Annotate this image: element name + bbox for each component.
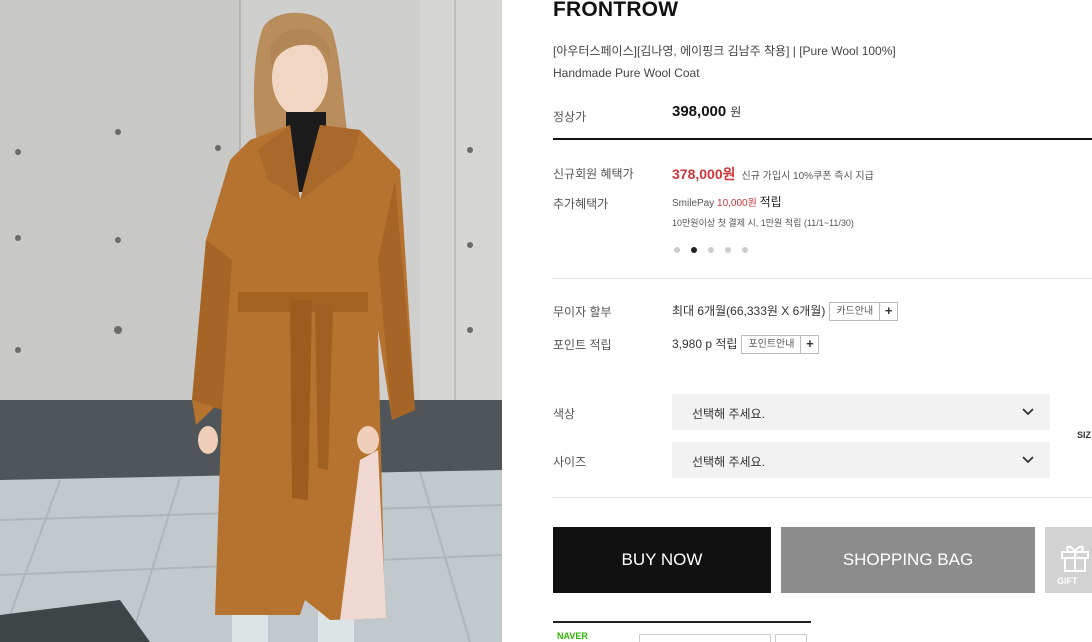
- gift-icon: [1061, 545, 1089, 572]
- member-price-note: 신규 가입시 10%쿠폰 즉시 지급: [741, 171, 874, 182]
- naver-pay-logo: NAVER: [557, 631, 588, 641]
- member-price: 378,000원: [672, 166, 736, 182]
- size-select-value: 선택해 주세요.: [692, 455, 765, 469]
- color-select[interactable]: 선택해 주세요.: [672, 394, 1050, 430]
- color-select-value: 선택해 주세요.: [692, 407, 765, 421]
- points-info-button[interactable]: 포인트안내: [741, 335, 802, 355]
- points-value: 3,980 p 적립: [672, 337, 738, 351]
- product-info-panel: FRONTROW [아우터스페이스][김나영, 에이핑크 김남주 착용] | […: [553, 0, 1092, 642]
- installment-row: 최대 6개월(66,333원 X 6개월) 카드안내 +: [672, 302, 899, 322]
- size-select[interactable]: 선택해 주세요.: [672, 442, 1050, 478]
- product-subtitle: Handmade Pure Wool Coat: [553, 66, 700, 80]
- divider: [553, 138, 1092, 140]
- smilepay-suffix: 적립: [759, 195, 782, 209]
- extra-benefit-note: 10만원이상 첫 결제 시, 1만원 적립 (11/1~11/30): [672, 218, 854, 228]
- shopping-bag-button[interactable]: SHOPPING BAG: [781, 527, 1035, 593]
- extra-benefit-label: 추가혜택가: [553, 197, 609, 211]
- size-label: 사이즈: [553, 455, 587, 469]
- carousel-dot-active[interactable]: [691, 247, 697, 253]
- regular-price-unit: 원: [730, 105, 742, 119]
- chevron-down-icon: [1022, 456, 1034, 464]
- card-info-button[interactable]: 카드안내: [829, 302, 881, 322]
- carousel-dot[interactable]: [742, 247, 748, 253]
- color-label: 색상: [553, 407, 576, 421]
- carousel-dot[interactable]: [674, 247, 680, 253]
- member-price-row: 378,000원 신규 가입시 10%쿠폰 즉시 지급: [672, 164, 874, 184]
- smilepay-benefit: SmilePay 10,000원 적립: [672, 193, 782, 210]
- points-row: 3,980 p 적립 포인트안내 +: [672, 335, 820, 355]
- buy-now-button[interactable]: BUY NOW: [553, 527, 771, 593]
- carousel-dot[interactable]: [725, 247, 731, 253]
- naver-pay-button[interactable]: [639, 634, 771, 642]
- gift-button[interactable]: GIFT: [1045, 527, 1092, 593]
- regular-price: 398,000 원: [672, 103, 741, 120]
- naver-wish-button[interactable]: [775, 634, 807, 642]
- divider: [553, 497, 1092, 498]
- points-label: 포인트 적립: [553, 338, 612, 352]
- coat-photo-illustration: [0, 0, 502, 642]
- size-guide-link[interactable]: SIZ: [1077, 430, 1091, 440]
- smilepay-text: SmilePay: [672, 198, 715, 209]
- product-image: [0, 0, 502, 642]
- card-info-plus-button[interactable]: +: [880, 302, 899, 322]
- points-info-plus-button[interactable]: +: [801, 335, 820, 355]
- gift-label: GIFT: [1057, 576, 1078, 586]
- regular-price-value: 398,000: [672, 103, 727, 120]
- chevron-down-icon: [1022, 408, 1034, 416]
- member-price-label: 신규회원 혜택가: [553, 167, 634, 181]
- divider: [553, 621, 811, 623]
- installment-label: 무이자 할부: [553, 305, 612, 319]
- brand-name[interactable]: FRONTROW: [553, 0, 678, 22]
- smilepay-amount: 10,000원: [717, 198, 757, 209]
- benefit-carousel-dots: [674, 247, 748, 253]
- installment-value: 최대 6개월(66,333원 X 6개월): [672, 304, 826, 318]
- product-title: [아우터스페이스][김나영, 에이핑크 김남주 착용] | [Pure Wool…: [553, 44, 896, 58]
- regular-price-label: 정상가: [553, 110, 587, 124]
- divider: [553, 278, 1092, 279]
- carousel-dot[interactable]: [708, 247, 714, 253]
